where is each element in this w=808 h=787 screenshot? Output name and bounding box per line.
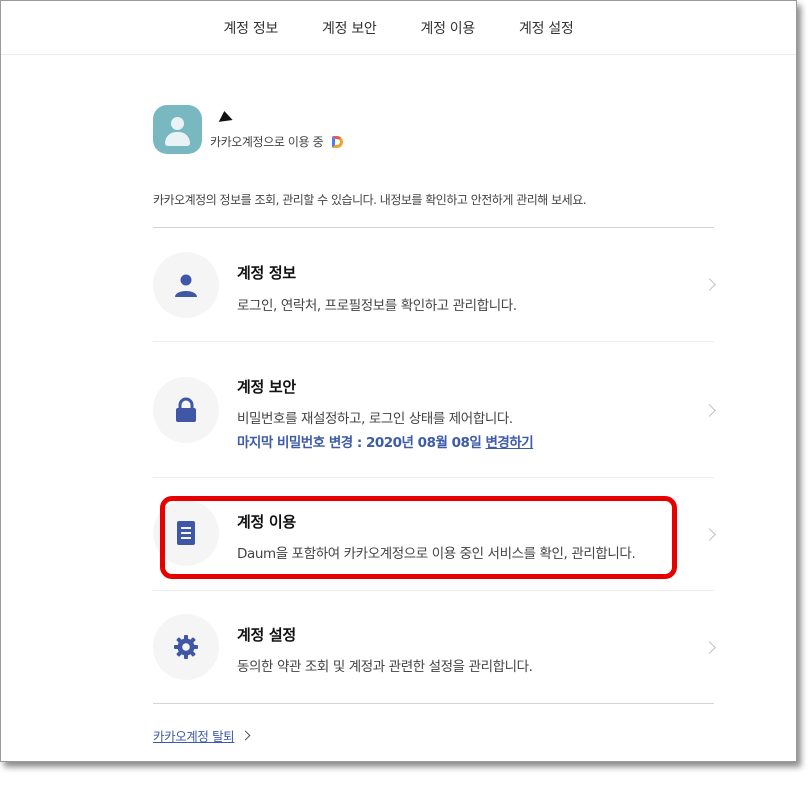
document-icon bbox=[177, 521, 195, 545]
tab-account-security[interactable]: 계정 보안 bbox=[322, 18, 377, 38]
chevron-right-icon bbox=[703, 528, 716, 541]
withdraw-account-label: 카카오계정 탈퇴 bbox=[153, 729, 235, 744]
login-status: 카카오계정으로 이용 중 bbox=[210, 133, 344, 150]
card-icon-circle bbox=[153, 377, 219, 443]
avatar-head-shape bbox=[171, 117, 184, 130]
card-account-usage[interactable]: 계정 이용 Daum을 포함하여 카카오계정으로 이용 중인 서비스를 확인, … bbox=[153, 478, 716, 590]
card-icon-circle bbox=[153, 252, 219, 318]
daum-logo-icon bbox=[332, 135, 344, 148]
chevron-right-icon bbox=[240, 730, 251, 741]
password-change-info: 마지막 비밀번호 변경 : 2020년 08월 08일 변경하기 bbox=[237, 431, 534, 451]
card-title: 계정 이용 bbox=[237, 513, 296, 531]
card-account-info[interactable]: 계정 정보 로그인, 연락처, 프로필정보를 확인하고 관리합니다. bbox=[153, 228, 716, 340]
top-navigation: 계정 정보 계정 보안 계정 이용 계정 설정 bbox=[1, 1, 796, 55]
tab-account-usage[interactable]: 계정 이용 bbox=[421, 18, 476, 38]
card-title: 계정 설정 bbox=[237, 626, 296, 644]
card-description: 로그인, 연락처, 프로필정보를 확인하고 관리합니다. bbox=[237, 298, 517, 314]
intro-text: 카카오계정의 정보를 조회, 관리할 수 있습니다. 내정보를 확인하고 안전하… bbox=[153, 193, 587, 207]
card-description: 비밀번호를 재설정하고, 로그인 상태를 제어합니다. bbox=[237, 411, 513, 427]
lock-icon bbox=[176, 397, 196, 422]
profile-summary: 카카오계정으로 이용 중 bbox=[153, 105, 344, 154]
card-icon-circle bbox=[153, 500, 219, 566]
card-icon-circle bbox=[153, 614, 219, 680]
bottom-divider bbox=[153, 703, 714, 704]
redacted-name-mark bbox=[217, 110, 233, 122]
gear-icon bbox=[174, 635, 198, 659]
person-icon bbox=[175, 274, 197, 297]
change-password-link[interactable]: 변경하기 bbox=[486, 435, 534, 451]
chevron-right-icon bbox=[703, 641, 716, 654]
card-description: 동의한 약관 조회 및 계정과 관련한 설정을 관리합니다. bbox=[237, 659, 533, 675]
tab-account-settings[interactable]: 계정 설정 bbox=[519, 18, 574, 38]
avatar-body-shape bbox=[165, 132, 190, 146]
card-title: 계정 정보 bbox=[237, 264, 296, 282]
chevron-right-icon bbox=[703, 278, 716, 291]
card-account-security[interactable]: 계정 보안 비밀번호를 재설정하고, 로그인 상태를 제어합니다. 마지막 비밀… bbox=[153, 342, 716, 476]
account-window: 계정 정보 계정 보안 계정 이용 계정 설정 카카오계정으로 이용 중 카카오… bbox=[0, 0, 797, 762]
chevron-right-icon bbox=[703, 404, 716, 417]
withdraw-account-link[interactable]: 카카오계정 탈퇴 bbox=[153, 726, 251, 745]
card-description: Daum을 포함하여 카카오계정으로 이용 중인 서비스를 확인, 관리합니다. bbox=[237, 546, 636, 562]
last-password-change-text: 마지막 비밀번호 변경 : 2020년 08월 08일 bbox=[237, 435, 482, 451]
login-status-text: 카카오계정으로 이용 중 bbox=[210, 135, 324, 149]
avatar bbox=[153, 105, 202, 154]
card-title: 계정 보안 bbox=[237, 378, 296, 396]
tab-account-info[interactable]: 계정 정보 bbox=[224, 18, 279, 38]
card-account-settings[interactable]: 계정 설정 동의한 약관 조회 및 계정과 관련한 설정을 관리합니다. bbox=[153, 591, 716, 703]
